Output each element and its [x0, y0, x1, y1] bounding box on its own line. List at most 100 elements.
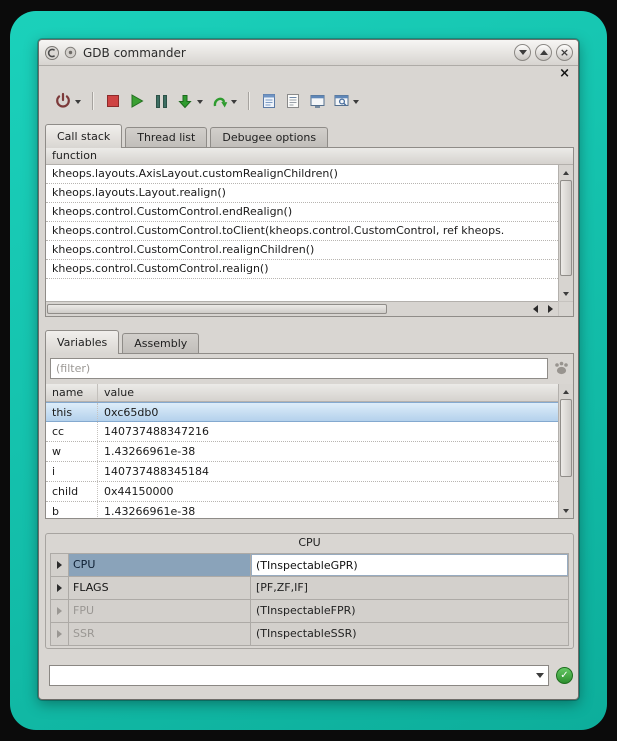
tab-debugee-options[interactable]: Debugee options	[210, 127, 328, 147]
callstack-row[interactable]: kheops.layouts.Layout.realign()	[46, 184, 558, 203]
register-group-value	[251, 554, 568, 576]
step-over-dropdown[interactable]	[231, 98, 237, 104]
expand-arrow-icon[interactable]	[51, 623, 68, 645]
variable-row[interactable]: b 1.43266961e-38	[46, 502, 558, 518]
step-over-button[interactable]	[208, 89, 230, 113]
callstack-row[interactable]: kheops.control.CustomControl.toClient(kh…	[46, 222, 558, 241]
toolbar	[51, 83, 572, 119]
command-input[interactable]	[50, 669, 532, 682]
register-group-value: [PF,ZF,IF]	[251, 577, 568, 599]
scroll-up-icon[interactable]	[559, 166, 573, 179]
minimize-button[interactable]	[514, 44, 531, 61]
cpu-groupbox-title: CPU	[46, 536, 573, 549]
variables-panel: name value this 0xc65db0 cc 140737488347…	[45, 353, 574, 519]
step-dropdown[interactable]	[197, 98, 203, 104]
screen-frame: GDB commander × ×	[10, 11, 607, 730]
power-button[interactable]	[52, 89, 74, 113]
gdb-commander-window: GDB commander × ×	[38, 39, 579, 700]
scroll-down-icon[interactable]	[559, 504, 573, 517]
close-button[interactable]: ×	[556, 44, 573, 61]
document-icon	[261, 93, 277, 109]
pause-icon	[156, 95, 167, 108]
variable-name: this	[46, 403, 98, 421]
callstack-list: kheops.layouts.AxisLayout.customRealignC…	[46, 165, 558, 301]
variables-tabs: Variables Assembly	[45, 328, 202, 353]
variable-value: 1.43266961e-38	[98, 442, 558, 461]
cpu-value-input[interactable]	[251, 554, 568, 576]
scrollbar-corner	[558, 301, 573, 316]
callstack-row[interactable]: kheops.control.CustomControl.endRealign(…	[46, 203, 558, 222]
show-output-button[interactable]	[258, 89, 280, 113]
register-group-name[interactable]: SSR	[69, 623, 250, 645]
tab-assembly[interactable]: Assembly	[122, 333, 199, 353]
callstack-row[interactable]: kheops.layouts.AxisLayout.customRealignC…	[46, 165, 558, 184]
register-group-name[interactable]: FPU	[69, 600, 250, 622]
scroll-right-icon[interactable]	[543, 303, 558, 316]
dock-close-button[interactable]: ×	[559, 67, 570, 81]
step-over-icon	[211, 93, 228, 109]
register-group-name[interactable]: CPU	[69, 554, 250, 576]
vertical-scrollbar[interactable]	[558, 165, 573, 301]
tab-thread-list[interactable]: Thread list	[125, 127, 207, 147]
variable-row[interactable]: i 140737488345184	[46, 462, 558, 482]
variable-row[interactable]: child 0x44150000	[46, 482, 558, 502]
play-icon	[129, 93, 145, 109]
variable-row[interactable]: w 1.43266961e-38	[46, 442, 558, 462]
document-lines-icon	[285, 93, 301, 109]
continue-button[interactable]	[126, 89, 148, 113]
chevron-down-icon[interactable]	[532, 666, 548, 685]
show-log-button[interactable]	[282, 89, 304, 113]
step-button[interactable]	[174, 89, 196, 113]
column-header-value[interactable]: value	[98, 384, 558, 401]
variable-value: 140737488345184	[98, 462, 558, 481]
variable-row[interactable]: cc 140737488347216	[46, 422, 558, 442]
variable-value: 1.43266961e-38	[98, 502, 558, 518]
expand-arrow-icon[interactable]	[51, 600, 68, 622]
scroll-down-icon[interactable]	[559, 287, 573, 300]
scroll-left-icon[interactable]	[528, 303, 543, 316]
variable-name: b	[46, 502, 98, 518]
variables-table: name value this 0xc65db0 cc 140737488347…	[46, 384, 558, 518]
call-stack-panel: function kheops.layouts.AxisLayout.custo…	[45, 147, 574, 317]
expand-arrow-icon[interactable]	[51, 577, 68, 599]
toolbar-separator	[92, 92, 94, 110]
titlebar[interactable]: GDB commander ×	[39, 40, 578, 66]
monitor-search-icon	[333, 93, 350, 109]
show-memory-button[interactable]	[330, 89, 352, 113]
callstack-row[interactable]: kheops.control.CustomControl.realign()	[46, 260, 558, 279]
tab-variables[interactable]: Variables	[45, 330, 119, 354]
pause-button[interactable]	[150, 89, 172, 113]
app-icon	[44, 45, 60, 61]
tab-call-stack[interactable]: Call stack	[45, 124, 122, 148]
filter-icon[interactable]	[552, 360, 570, 377]
filter-input[interactable]	[50, 358, 548, 379]
scrollbar-thumb[interactable]	[560, 180, 572, 276]
stop-button[interactable]	[102, 89, 124, 113]
command-combobox[interactable]	[49, 665, 549, 686]
callstack-column-header[interactable]: function	[46, 148, 573, 165]
send-command-button[interactable]: ✓	[556, 667, 573, 684]
scrollbar-thumb[interactable]	[560, 399, 572, 477]
register-group-name[interactable]: FLAGS	[69, 577, 250, 599]
window-menu-icon[interactable]	[64, 46, 77, 59]
power-dropdown[interactable]	[75, 98, 81, 104]
variable-row[interactable]: this 0xc65db0	[46, 402, 558, 422]
monitor-icon	[309, 93, 326, 109]
column-header-name[interactable]: name	[46, 384, 98, 401]
register-group-value: (TInspectableSSR)	[251, 623, 568, 645]
horizontal-scrollbar[interactable]	[46, 301, 558, 316]
scroll-up-icon[interactable]	[559, 385, 573, 398]
callstack-row[interactable]: kheops.control.CustomControl.realignChil…	[46, 241, 558, 260]
window-title: GDB commander	[83, 46, 510, 60]
maximize-button[interactable]	[535, 44, 552, 61]
cpu-groupbox: CPU CPU FLAGS [PF,ZF,IF] FPU (TInspectab…	[45, 533, 574, 649]
variable-name: i	[46, 462, 98, 481]
show-memory-dropdown[interactable]	[353, 98, 359, 104]
vertical-scrollbar[interactable]	[558, 384, 573, 518]
variables-table-header: name value	[46, 384, 558, 402]
step-into-icon	[177, 93, 193, 109]
variable-value: 140737488347216	[98, 422, 558, 441]
expand-arrow-icon[interactable]	[51, 554, 68, 576]
show-cpu-button[interactable]	[306, 89, 328, 113]
scrollbar-thumb[interactable]	[47, 304, 387, 314]
